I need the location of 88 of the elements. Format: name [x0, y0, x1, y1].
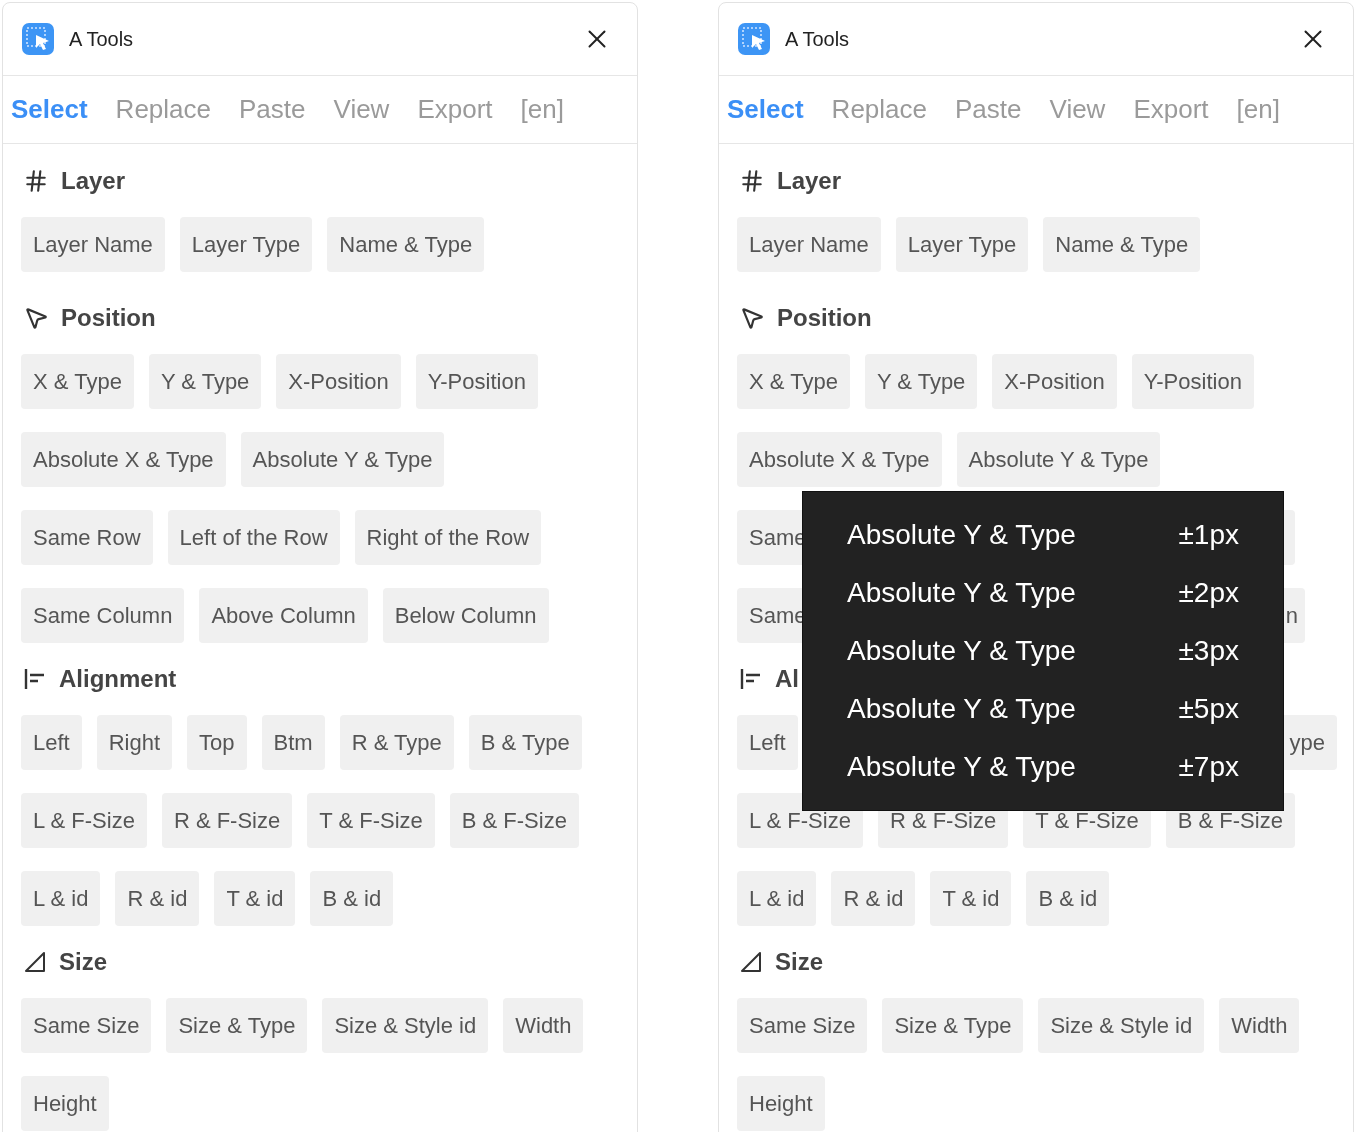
option-button[interactable]: Absolute X & Type — [21, 432, 226, 487]
option-button[interactable]: Left — [737, 715, 798, 770]
option-button[interactable]: Name & Type — [327, 217, 485, 272]
option-button[interactable]: Size & Type — [882, 998, 1024, 1053]
app-logo-icon — [22, 23, 54, 55]
section-title: Size — [59, 947, 108, 977]
option-button[interactable]: Layer Name — [21, 217, 165, 272]
hash-icon — [739, 168, 765, 194]
option-button[interactable]: Above Column — [199, 588, 368, 643]
option-button[interactable]: B & Type — [468, 715, 582, 770]
section-title: Al — [775, 664, 799, 694]
option-button[interactable]: Same Column — [21, 588, 185, 643]
option-button[interactable]: Right of the Row — [354, 510, 542, 565]
option-button[interactable]: T & F-Size — [307, 793, 435, 848]
option-button[interactable]: T & id — [930, 871, 1012, 926]
triangle-ruler-icon — [23, 950, 47, 974]
option-button[interactable]: Left of the Row — [167, 510, 340, 565]
menu-item[interactable]: Absolute Y & Type ±2px — [847, 564, 1239, 622]
option-button[interactable]: Name & Type — [1043, 217, 1201, 272]
pointer-icon — [739, 305, 765, 331]
option-button[interactable]: Y-Position — [415, 354, 538, 409]
section-title: Position — [61, 303, 156, 333]
option-button[interactable]: Size & Style id — [322, 998, 489, 1053]
menu-item-label: Absolute Y & Type — [847, 518, 1076, 552]
option-button[interactable]: X-Position — [992, 354, 1117, 409]
option-button[interactable]: Layer Type — [895, 217, 1029, 272]
menu-item-label: Absolute Y & Type — [847, 576, 1076, 610]
option-button[interactable]: Size & Style id — [1038, 998, 1205, 1053]
option-button[interactable]: L & id — [737, 871, 817, 926]
window-title: A Tools — [69, 27, 134, 52]
menu-item-label: Absolute Y & Type — [847, 634, 1076, 668]
section-title: Layer — [61, 166, 126, 196]
option-button[interactable]: Y & Type — [148, 354, 262, 409]
option-button[interactable]: Y & Type — [864, 354, 978, 409]
option-button[interactable]: Size & Type — [166, 998, 308, 1053]
option-button[interactable]: Btm — [261, 715, 325, 770]
option-button[interactable]: R & id — [115, 871, 200, 926]
section-title: Alignment — [59, 664, 177, 694]
align-left-icon — [23, 667, 47, 691]
section-title: Position — [777, 303, 872, 333]
option-button[interactable]: Layer Type — [179, 217, 313, 272]
menu-item-value: ±5px — [1178, 692, 1239, 726]
menu-item-value: ±7px — [1178, 750, 1239, 784]
app-logo-icon — [738, 23, 770, 55]
option-button[interactable]: Width — [1219, 998, 1300, 1053]
option-button[interactable]: R & Type — [339, 715, 454, 770]
option-button[interactable]: X & Type — [21, 354, 134, 409]
menu-item[interactable]: Absolute Y & Type ±3px — [847, 622, 1239, 680]
option-button[interactable]: Same Size — [21, 998, 152, 1053]
option-button[interactable]: Below Column — [382, 588, 549, 643]
menu-item[interactable]: Absolute Y & Type ±1px — [847, 506, 1239, 564]
menu-item-value: ±3px — [1178, 634, 1239, 668]
triangle-ruler-icon — [739, 950, 763, 974]
option-button[interactable]: Absolute Y & Type — [956, 432, 1161, 487]
option-button[interactable]: Width — [503, 998, 584, 1053]
menu-item-value: ±2px — [1178, 576, 1239, 610]
section-title: Layer — [777, 166, 842, 196]
menu-item-label: Absolute Y & Type — [847, 692, 1076, 726]
option-button[interactable]: B & id — [1026, 871, 1110, 926]
pointer-icon — [23, 305, 49, 331]
hash-icon — [23, 168, 49, 194]
option-button[interactable]: Right — [96, 715, 173, 770]
option-button[interactable]: Height — [737, 1076, 825, 1131]
option-button[interactable]: Top — [187, 715, 247, 770]
option-button[interactable]: Absolute Y & Type — [240, 432, 445, 487]
section-title: Size — [775, 947, 824, 977]
option-button[interactable]: T & id — [214, 871, 296, 926]
option-button[interactable]: B & id — [310, 871, 394, 926]
option-button[interactable]: Height — [21, 1076, 109, 1131]
align-left-icon — [739, 667, 763, 691]
option-button[interactable]: Layer Name — [737, 217, 881, 272]
menu-item[interactable]: Absolute Y & Type ±5px — [847, 680, 1239, 738]
option-button[interactable]: B & F-Size — [449, 793, 579, 848]
menu-item[interactable]: Absolute Y & Type ±7px — [847, 738, 1239, 796]
option-button[interactable]: Absolute X & Type — [737, 432, 942, 487]
option-button[interactable]: X & Type — [737, 354, 850, 409]
menu-item-value: ±1px — [1178, 518, 1239, 552]
option-button[interactable]: R & id — [831, 871, 916, 926]
option-button[interactable]: Y-Position — [1131, 354, 1254, 409]
option-button[interactable]: X-Position — [276, 354, 401, 409]
option-button[interactable]: Same Row — [21, 510, 153, 565]
option-button[interactable]: R & F-Size — [161, 793, 293, 848]
menu-item-label: Absolute Y & Type — [847, 750, 1076, 784]
option-button[interactable]: L & id — [21, 871, 101, 926]
option-button[interactable]: Same Size — [737, 998, 868, 1053]
option-button[interactable]: Left — [21, 715, 82, 770]
window-title: A Tools — [785, 27, 850, 52]
option-button[interactable]: L & F-Size — [21, 793, 147, 848]
